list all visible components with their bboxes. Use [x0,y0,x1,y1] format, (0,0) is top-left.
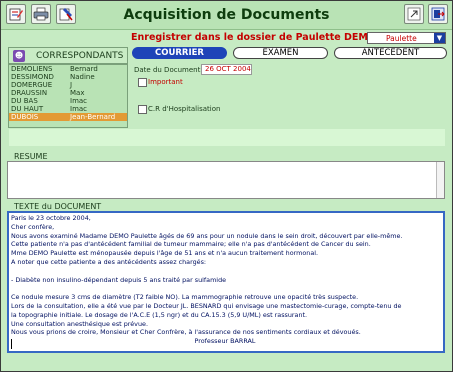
tab-courrier[interactable]: COURRIER [132,47,227,59]
list-item[interactable]: DOMERGUE J [9,81,127,89]
document-line: Cher confère, [11,222,55,231]
correspondant-lastname: DU BAS [11,97,38,105]
correspondant-lastname: DEMOLIENS [11,65,53,73]
correspondant-firstname: J [70,81,73,89]
correspondant-firstname: Bernard [70,65,98,73]
important-checkbox[interactable] [138,78,147,87]
correspondant-firstname: Imac [70,97,88,105]
correspondant-firstname: Nadine [70,73,95,81]
list-item[interactable]: DEMOLIENS Bernard [9,65,127,73]
list-item[interactable]: DESSIMOND Nadine [9,73,127,81]
transfer-icon[interactable] [404,4,424,24]
document-line: Mme DEMO Paulette est ménopausée depuis … [11,249,319,258]
important-label: Important [148,78,183,86]
resume-label: RESUME [14,152,48,161]
chevron-down-icon[interactable]: ▼ [434,33,445,43]
list-item-selected[interactable]: DUBOIS Jean-Bernard [9,113,127,121]
document-signature: Professeur BARRAL [194,337,256,346]
acquisition-window: Acquisition de Documents Enregistrer dan… [0,0,453,372]
document-line: A noter que cette patiente a des antécéd… [11,257,207,266]
date-field[interactable]: 26 OCT 2004 [201,64,252,75]
status-bar [1,357,452,371]
document-line: Nous vous prions de croire, Monsieur et … [11,328,361,337]
document-textarea[interactable]: Paris le 23 octobre 2004, Cher confère, … [7,211,445,353]
document-line: Une consultation anesthésique est prévue… [11,319,148,328]
document-line: Ce nodule mesure 3 cms de diamètre (T2 f… [11,293,359,302]
correspondant-lastname: DUBOIS [11,113,39,121]
date-label: Date du Document [134,66,201,74]
resume-textarea[interactable] [7,161,445,199]
record-destination-label: Enregistrer dans le dossier de Paulette … [131,32,376,43]
document-text-label: TEXTE du DOCUMENT [14,202,102,211]
patient-select-value: Paulette [386,34,417,43]
correspondant-firstname: Imac [70,105,88,113]
correspondant-lastname: DOMERGUE [11,81,53,89]
document-line: Nous avons examiné Madame DEMO Paulette … [11,231,403,240]
correspondants-header: ☻ CORRESPONDANTS [8,47,128,64]
correspondants-list[interactable]: DEMOLIENS Bernard DESSIMOND Nadine DOMERGU… [8,64,128,128]
info-strip [9,129,445,146]
correspondant-lastname: DESSIMOND [11,73,54,81]
list-item[interactable]: DRAUSSIN Max [9,89,127,97]
correspondant-firstname: Max [70,89,85,97]
correspondant-firstname: Jean-Bernard [70,113,116,121]
document-line: - Diabète non insulino-dépendant depuis … [11,275,227,284]
hospitalisation-checkbox[interactable] [138,105,147,114]
group-icon: ☻ [13,50,25,62]
resume-scrollbar[interactable] [436,162,444,198]
exit-icon[interactable] [428,4,448,24]
tab-examen[interactable]: EXAMEN [233,47,328,59]
list-item[interactable]: DU BAS Imac [9,97,127,105]
title-bar: Acquisition de Documents [1,1,452,30]
correspondant-lastname: DRAUSSIN [11,89,48,97]
correspondants-title: CORRESPONDANTS [36,51,124,61]
correspondant-lastname: DU HAUT [11,105,44,113]
text-caret [11,339,12,349]
document-line: Paris le 23 octobre 2004, [11,214,91,222]
patient-select[interactable]: Paulette ▼ [367,32,446,44]
document-line: la topographie initiale. Le dosage de l'… [11,310,308,319]
list-item[interactable]: DU HAUT Imac [9,105,127,113]
document-line: Cette patiente n'a pas d'antécédent fami… [11,240,371,249]
hospitalisation-label: C.R d'Hospitalisation [148,105,221,113]
window-title: Acquisition de Documents [123,7,330,23]
tab-antecedent[interactable]: ANTECEDENT [334,47,447,59]
document-line: Lors de la consultation, elle a été vue … [11,301,402,310]
